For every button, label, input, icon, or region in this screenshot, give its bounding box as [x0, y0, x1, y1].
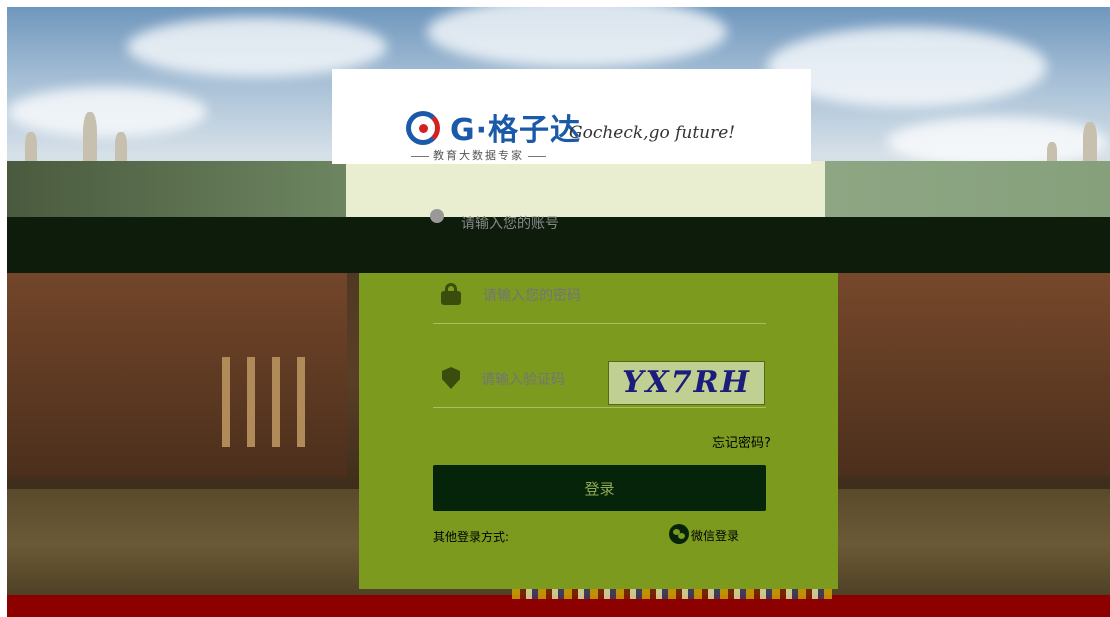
login-page: 请输入您的账号 G·格子达 教育大数据专家 Gocheck,go future!… — [7, 7, 1110, 617]
logo-dot-icon — [419, 124, 428, 133]
captcha-row: YX7RH — [433, 357, 766, 408]
wechat-login-link[interactable]: 微信登录 — [669, 524, 739, 544]
logo-text: G·格子达 — [450, 113, 582, 148]
login-form: YX7RH 忘记密码? 登录 其他登录方式: 微信登录 — [359, 273, 838, 589]
password-row — [433, 273, 766, 324]
slogan: Gocheck,go future! — [569, 123, 736, 143]
captcha-image[interactable]: YX7RH — [608, 361, 765, 405]
shield-icon — [441, 367, 463, 389]
username-row[interactable]: 请输入您的账号 — [346, 161, 825, 232]
wechat-icon[interactable] — [669, 524, 689, 544]
forgot-password-link[interactable]: 忘记密码? — [712, 432, 771, 451]
user-icon — [430, 209, 444, 223]
username-placeholder: 请输入您的账号 — [461, 216, 559, 232]
lock-icon — [441, 283, 463, 305]
password-input[interactable] — [481, 287, 685, 305]
captcha-input[interactable] — [479, 371, 603, 389]
logo-subtitle: 教育大数据专家 — [407, 147, 550, 163]
wechat-login-label[interactable]: 微信登录 — [691, 529, 739, 543]
other-login-label: 其他登录方式: — [433, 530, 510, 544]
login-button[interactable]: 登录 — [433, 465, 766, 511]
brand-header: G·格子达 教育大数据专家 Gocheck,go future! — [332, 69, 811, 164]
